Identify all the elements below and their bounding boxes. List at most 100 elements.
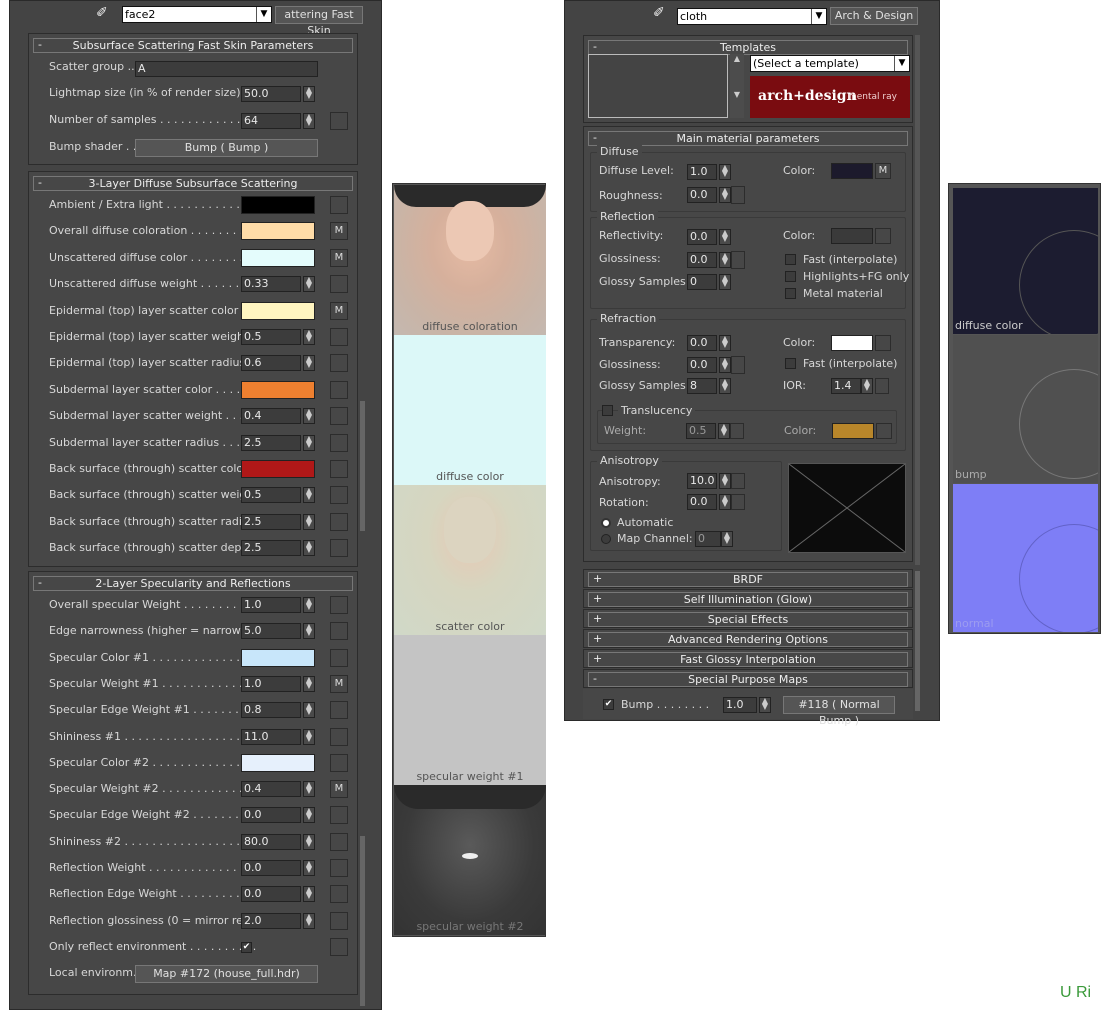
map-button[interactable] [330,380,348,399]
specular-weight-2-tile[interactable]: specular weight #2 [394,785,546,935]
param-input[interactable]: 0.0 [241,807,301,824]
refraction-fast-checkbox[interactable] [785,358,796,369]
color-swatch[interactable] [241,301,315,320]
map-button[interactable] [330,622,348,641]
material-name-dropdown[interactable]: face2 ▼ [122,6,272,23]
expand-toggle[interactable]: + [593,632,602,645]
map-channel-input[interactable]: 0 [695,531,721,547]
bump-amount-input[interactable]: 1.0 [723,697,757,713]
rollout-header[interactable]: - Main material parameters [588,131,908,146]
param-input[interactable]: 0.33 [241,276,301,293]
map-button[interactable] [330,648,348,667]
rollout-header[interactable]: - Subsurface Scattering Fast Skin Paramet… [33,38,353,53]
map-button[interactable] [330,911,348,930]
scatter-color-tile[interactable]: scatter color [394,485,546,635]
param-input[interactable]: 5.0 [241,623,301,640]
rollout-header[interactable]: + BRDF [588,572,908,587]
eyedropper-icon[interactable]: ✐ [653,5,669,23]
spinner-icon[interactable]: ▲ ▼ [721,531,733,547]
map-button[interactable] [731,494,745,510]
translucency-checkbox[interactable] [602,405,613,416]
spinner-icon[interactable]: ▲ ▼ [303,113,315,129]
map-button[interactable]: M [330,222,348,241]
spinner-icon[interactable]: ▲ ▼ [303,675,315,692]
spinner-icon[interactable]: ▲ ▼ [303,781,315,798]
map-button[interactable] [330,859,348,877]
color-swatch[interactable] [241,380,315,399]
material-name-dropdown[interactable]: cloth ▼ [677,8,827,25]
spinner-icon[interactable]: ▲ ▼ [719,335,731,351]
param-input[interactable]: 2.5 [241,434,301,451]
spinner-icon[interactable]: ▲ ▼ [303,833,315,850]
map-button[interactable] [875,378,889,394]
rollout-header[interactable]: + Advanced Rendering Options [588,632,908,647]
glossy-samples-input[interactable]: 0 [687,274,717,290]
diffuse-level-input[interactable]: 1.0 [687,164,717,180]
rollout-header[interactable]: - 3-Layer Diffuse Subsurface Scattering [33,176,353,191]
spinner-icon[interactable]: ▲ ▼ [719,473,731,489]
spinner-icon[interactable]: ▲ ▼ [303,434,315,451]
spinner-icon[interactable]: ▲ ▼ [719,494,731,510]
param-input[interactable]: 0.0 [241,860,301,876]
spinner-icon[interactable]: ▲ ▼ [303,487,315,504]
rollout-collapsed[interactable]: + Special Effects [583,609,913,628]
map-channel-radio[interactable] [601,534,611,544]
map-button[interactable] [330,486,348,505]
expand-toggle[interactable]: + [593,592,602,605]
spinner-icon[interactable]: ▲ ▼ [861,378,873,394]
metal-material-checkbox[interactable] [785,288,796,299]
bump-shader-button[interactable]: Bump ( Bump ) [135,139,318,157]
map-button[interactable]: M [330,301,348,320]
map-button[interactable] [330,275,348,294]
spinner-icon[interactable]: ▲ ▼ [719,252,731,268]
map-button[interactable] [330,539,348,558]
param-input[interactable]: 2.5 [241,513,301,530]
diffuse-color-swatch[interactable] [831,163,873,179]
map-button[interactable] [330,328,348,346]
spinner-icon[interactable]: ▲ ▼ [303,702,315,719]
translucency-weight-input[interactable]: 0.5 [686,423,716,439]
param-input[interactable]: 0.5 [241,329,301,345]
transparency-input[interactable]: 0.0 [687,335,717,351]
param-input[interactable]: 80.0 [241,833,301,850]
spinner-icon[interactable]: ▲ ▼ [719,378,731,394]
fast-interpolate-checkbox[interactable] [785,254,796,265]
anisotropy-input[interactable]: 10.0 [687,473,717,489]
spinner-icon[interactable]: ▲ ▼ [719,229,731,245]
rollout-header[interactable]: + Special Effects [588,612,908,627]
reflectivity-input[interactable]: 0.0 [687,229,717,245]
samples-input[interactable]: 64 [241,113,301,129]
map-button[interactable]: M [330,674,348,693]
map-button[interactable] [730,423,744,439]
map-button[interactable] [330,727,348,746]
spinner-icon[interactable]: ▲ ▼ [303,540,315,557]
map-button[interactable] [330,112,348,130]
spinner-icon[interactable]: ▲ ▼ [303,355,315,372]
refraction-color-swatch[interactable] [831,335,873,351]
ior-input[interactable]: 1.4 [831,378,861,394]
map-button[interactable] [330,512,348,531]
map-button[interactable] [330,460,348,478]
rollout-header[interactable]: - Templates [588,40,908,55]
spinner-icon[interactable]: ▲ ▼ [303,276,315,293]
color-swatch[interactable] [241,222,315,241]
map-button[interactable] [876,423,892,439]
collapse-toggle[interactable]: - [38,176,42,189]
map-button[interactable] [330,433,348,452]
rollout-collapsed[interactable]: + Advanced Rendering Options [583,629,913,648]
param-input[interactable]: 1.0 [241,675,301,692]
material-type-button[interactable]: attering Fast Skin [275,6,363,37]
automatic-radio[interactable] [601,518,611,528]
scrollbar[interactable] [360,401,365,531]
spinner-icon[interactable]: ▲ ▼ [719,357,731,373]
scrollbar[interactable] [915,35,920,565]
color-swatch[interactable] [241,753,315,772]
color-swatch[interactable] [241,460,315,478]
spinner-icon[interactable]: ▲ ▼ [303,623,315,640]
diffuse-coloration-tile[interactable]: diffuse coloration [394,185,546,335]
map-button[interactable]: M [875,163,891,179]
map-button[interactable]: M [330,248,348,267]
map-button[interactable] [330,596,348,614]
spinner-icon[interactable]: ▲ ▼ [303,408,315,425]
diffuse-color-tile[interactable]: diffuse color [394,335,546,485]
